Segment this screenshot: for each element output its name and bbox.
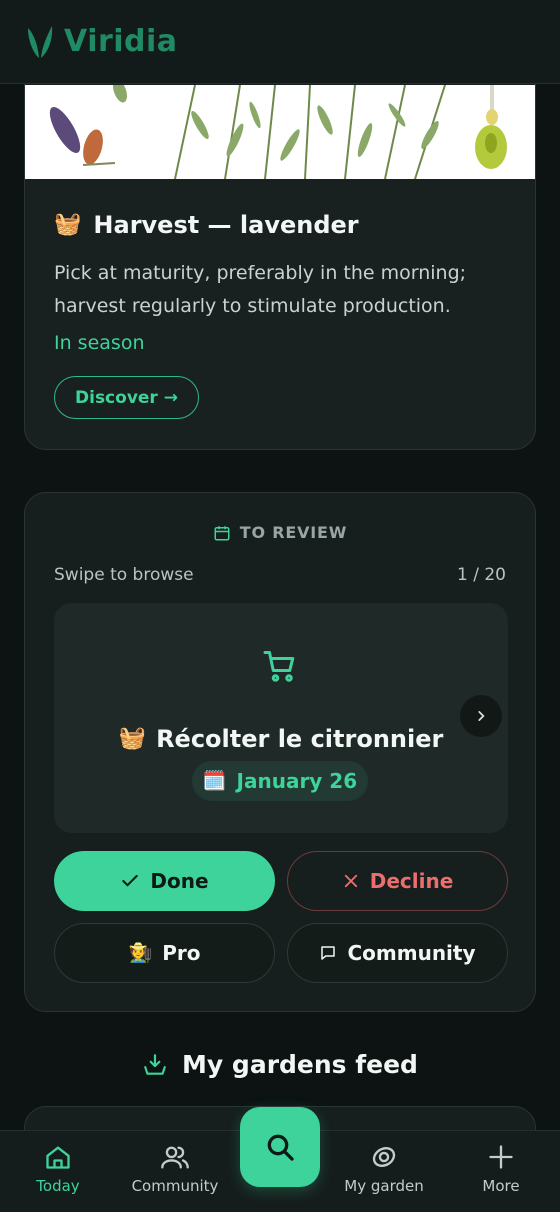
calendar-icon xyxy=(214,525,230,540)
community-button-label: Community xyxy=(347,941,476,965)
nav-my-garden[interactable]: My garden xyxy=(329,1143,439,1195)
nav-today[interactable]: Today xyxy=(3,1143,113,1195)
next-task-button[interactable] xyxy=(460,695,502,737)
plant-card-description: Pick at maturity, preferably in the morn… xyxy=(54,262,467,317)
community-button[interactable]: Community xyxy=(287,923,508,983)
discover-button-label: Discover → xyxy=(75,387,178,408)
close-icon xyxy=(344,874,357,888)
lavender-illustration xyxy=(25,85,535,179)
nav-more[interactable]: More xyxy=(446,1143,556,1195)
shopping-cart-icon xyxy=(263,651,295,682)
nav-more-label: More xyxy=(482,1177,520,1195)
users-icon xyxy=(161,1146,189,1169)
done-button-label: Done xyxy=(150,869,209,893)
farmer-emoji-icon: 🧑‍🌾 xyxy=(128,941,153,964)
review-header: TO REVIEW xyxy=(25,523,535,542)
nav-my-garden-label: My garden xyxy=(344,1177,424,1195)
task-title-text: Récolter le citronnier xyxy=(156,725,444,753)
nav-community-label: Community xyxy=(131,1177,219,1195)
feed-heading: My gardens feed xyxy=(0,1050,560,1079)
done-button[interactable]: Done xyxy=(54,851,275,911)
swipe-row: Swipe to browse 1 / 20 xyxy=(54,565,506,585)
review-header-label: TO REVIEW xyxy=(239,523,348,542)
basket-emoji-icon: 🧺 xyxy=(118,726,147,751)
season-status: In season xyxy=(54,332,145,354)
garden-icon xyxy=(372,1147,396,1167)
check-icon xyxy=(122,874,139,887)
plant-card[interactable]: 🧺 Harvest — lavender Pick at maturity, p… xyxy=(24,60,536,450)
pro-button[interactable]: 🧑‍🌾 Pro xyxy=(54,923,275,983)
search-button[interactable] xyxy=(240,1107,320,1187)
home-icon xyxy=(46,1146,70,1169)
task-date-text: January 26 xyxy=(236,769,358,793)
swipe-hint: Swipe to browse xyxy=(54,565,194,585)
discover-button[interactable]: Discover → xyxy=(54,376,199,419)
task-title: 🧺 Récolter le citronnier xyxy=(54,725,508,753)
search-icon xyxy=(267,1134,294,1161)
task-carousel-item[interactable]: 🧺 Récolter le citronnier 🗓️ January 26 xyxy=(54,603,508,833)
review-card: TO REVIEW Swipe to browse 1 / 20 🧺 Récol… xyxy=(24,492,536,1012)
plant-card-title: 🧺 Harvest — lavender xyxy=(54,211,511,239)
app-header: Viridia xyxy=(0,0,560,84)
decline-button-label: Decline xyxy=(369,869,454,893)
leaf-logo-icon xyxy=(28,25,53,58)
chat-bubble-icon xyxy=(321,946,336,960)
plus-icon xyxy=(489,1145,513,1169)
brand-name: Viridia xyxy=(64,24,178,59)
decline-button[interactable]: Decline xyxy=(287,851,508,911)
chevron-right-icon xyxy=(478,711,485,721)
task-date-badge: 🗓️ January 26 xyxy=(192,761,368,801)
nav-community[interactable]: Community xyxy=(120,1143,230,1195)
review-counter: 1 / 20 xyxy=(457,565,506,585)
inbox-download-icon xyxy=(144,1053,166,1075)
basket-emoji-icon: 🧺 xyxy=(54,212,82,237)
nav-today-label: Today xyxy=(36,1177,80,1195)
pro-button-label: Pro xyxy=(162,941,201,965)
feed-title: My gardens feed xyxy=(182,1050,418,1079)
plant-card-title-text: Harvest — lavender xyxy=(93,211,359,239)
calendar-emoji-icon: 🗓️ xyxy=(202,769,227,792)
